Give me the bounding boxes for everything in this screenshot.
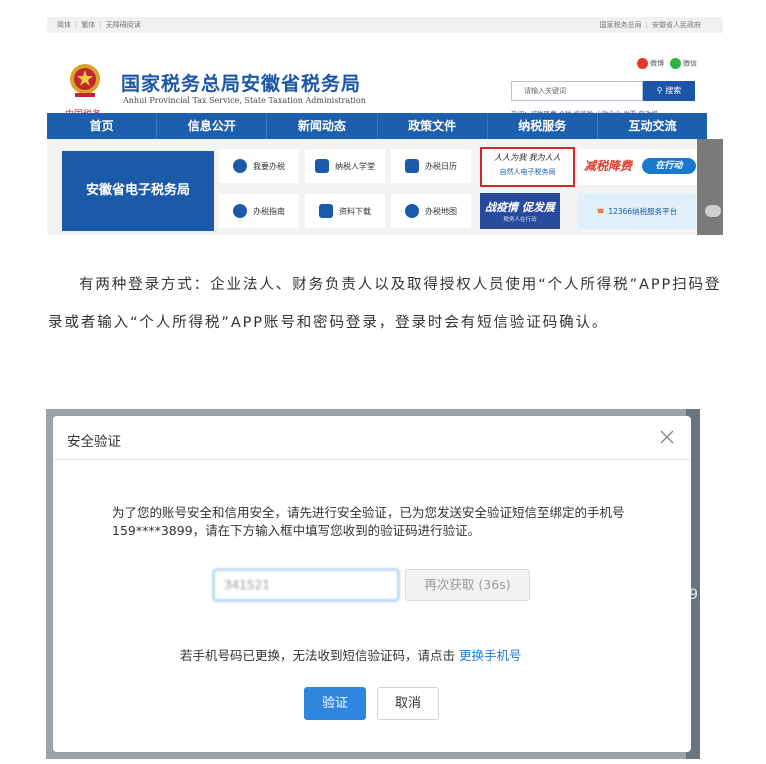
tax-site-screenshot: 简体|繁体|无障碍阅读 国家税务总局|安徽省人民政府 中国税务 国家税务总局安徽… <box>47 17 723 235</box>
calendar-icon <box>405 159 419 173</box>
tax-cut-banner[interactable]: 减税降费 在行动 <box>578 149 698 185</box>
phone-changed-text: 若手机号码已更换，无法收到短信验证码，请点击 <box>180 648 456 663</box>
article-paragraph: 有两种登录方式：企业法人、财务负责人以及取得授权人员使用“个人所得税”APP扫码… <box>48 277 722 331</box>
change-phone-link[interactable]: 更换手机号 <box>459 648 522 663</box>
quick-link-calendar[interactable]: 办税日历 <box>391 149 471 183</box>
quick-link-label: 我要办税 <box>253 161 285 171</box>
epidemic-banner[interactable]: 战疫情 促发展 税务人在行动 <box>480 193 560 229</box>
natural-person-etax-banner[interactable]: 人人为我 我为人人 自然人电子税务局 <box>480 147 575 187</box>
resend-code-button[interactable]: 再次获取 (36s) <box>405 569 530 601</box>
weibo-label: 微博 <box>650 59 664 68</box>
compass-icon <box>233 204 247 218</box>
wechat-icon <box>670 58 681 69</box>
national-emblem-icon <box>70 64 100 97</box>
12366-logo-icon: ☎ <box>596 207 605 215</box>
search-button[interactable]: ⚲ 搜索 <box>643 81 695 101</box>
link-traditional[interactable]: 繁体 <box>81 21 95 29</box>
quick-link-label: 办税指南 <box>253 206 285 216</box>
top-utility-bar: 简体 | 繁体 | 无障碍阅读 国家税务总局 | 安徽省人民政府 <box>47 17 723 33</box>
verify-button[interactable]: 验证 <box>304 687 366 720</box>
dialog-divider <box>53 459 691 460</box>
user-icon <box>233 159 247 173</box>
social-links: 微博 微信 <box>637 58 697 69</box>
nav-policy[interactable]: 政策文件 <box>378 113 488 139</box>
12366-platform-banner[interactable]: ☎ 12366纳税服务平台 <box>578 193 696 229</box>
link-simplified[interactable]: 简体 <box>57 21 71 29</box>
close-icon[interactable] <box>660 430 674 444</box>
weibo-link[interactable]: 微博 <box>637 58 664 69</box>
banner-label: 自然人电子税务局 <box>499 168 556 176</box>
site-subtitle: Anhui Provincial Tax Service, State Taxa… <box>123 96 366 105</box>
quick-link-guide[interactable]: 办税指南 <box>219 194 299 228</box>
wechat-float-icon[interactable] <box>705 205 721 217</box>
side-panel <box>697 139 723 235</box>
tax-cut-tag: 在行动 <box>642 158 696 174</box>
quick-link-school[interactable]: 纳税人学堂 <box>305 149 385 183</box>
main-nav: 首页 信息公开 新闻动态 政策文件 纳税服务 互动交流 <box>47 113 707 139</box>
verification-dialog-screenshot: 39 安全验证 为了您的账号安全和信用安全，请先进行安全验证，已为您发送安全验证… <box>46 409 700 759</box>
service-band: 安徽省电子税务局 我要办税 纳税人学堂 办税日历 办税指南 资料下载 办税地图 … <box>47 139 723 235</box>
phone-changed-note: 若手机号码已更换，无法收到短信验证码，请点击 更换手机号 <box>180 645 522 664</box>
nav-news[interactable]: 新闻动态 <box>267 113 378 139</box>
epidemic-subtext: 税务人在行动 <box>503 217 537 223</box>
quick-link-label: 纳税人学堂 <box>335 161 375 171</box>
quick-link-map[interactable]: 办税地图 <box>391 194 471 228</box>
security-verification-dialog: 安全验证 为了您的账号安全和信用安全，请先进行安全验证，已为您发送安全验证短信至… <box>53 416 691 752</box>
nav-info-disclosure[interactable]: 信息公开 <box>157 113 268 139</box>
nav-interaction[interactable]: 互动交流 <box>598 113 707 139</box>
nav-home[interactable]: 首页 <box>47 113 158 139</box>
link-sta[interactable]: 国家税务总局 <box>600 21 642 29</box>
dialog-message: 为了您的账号安全和信用安全，请先进行安全验证，已为您发送安全验证短信至绑定的手机… <box>112 505 625 538</box>
etax-bureau-tile[interactable]: 安徽省电子税务局 <box>62 151 214 231</box>
link-accessibility[interactable]: 无障碍阅读 <box>106 21 141 29</box>
download-icon <box>319 204 333 218</box>
tax-cut-text: 减税降费 <box>584 159 633 173</box>
search-button-label: 搜索 <box>665 86 682 95</box>
quick-link-label: 办税日历 <box>425 161 457 171</box>
wechat-label: 微信 <box>683 59 697 68</box>
quick-link-label: 办税地图 <box>425 206 457 216</box>
sms-code-input[interactable] <box>213 569 399 601</box>
dialog-title: 安全验证 <box>67 434 121 450</box>
banner-slogan: 人人为我 我为人人 <box>494 153 561 162</box>
link-anhui-gov[interactable]: 安徽省人民政府 <box>652 21 701 29</box>
top-links-left: 简体 | 繁体 | 无障碍阅读 <box>57 21 141 29</box>
epidemic-text: 战疫情 促发展 <box>485 201 555 214</box>
cancel-button[interactable]: 取消 <box>377 687 439 720</box>
site-title: 国家税务总局安徽省税务局 <box>121 73 362 95</box>
quick-link-download[interactable]: 资料下载 <box>305 194 385 228</box>
search-input[interactable]: 请输入关键词 <box>511 81 643 101</box>
map-pin-icon <box>405 204 419 218</box>
classroom-icon <box>315 159 329 173</box>
nav-tax-service[interactable]: 纳税服务 <box>488 113 598 139</box>
quick-link-label: 资料下载 <box>339 206 371 216</box>
quick-link-do-tax[interactable]: 我要办税 <box>219 149 299 183</box>
search-icon: ⚲ <box>656 86 663 95</box>
weibo-icon <box>637 58 648 69</box>
12366-label: 12366纳税服务平台 <box>608 206 678 216</box>
top-links-right: 国家税务总局 | 安徽省人民政府 <box>599 21 701 29</box>
wechat-link[interactable]: 微信 <box>670 58 697 69</box>
